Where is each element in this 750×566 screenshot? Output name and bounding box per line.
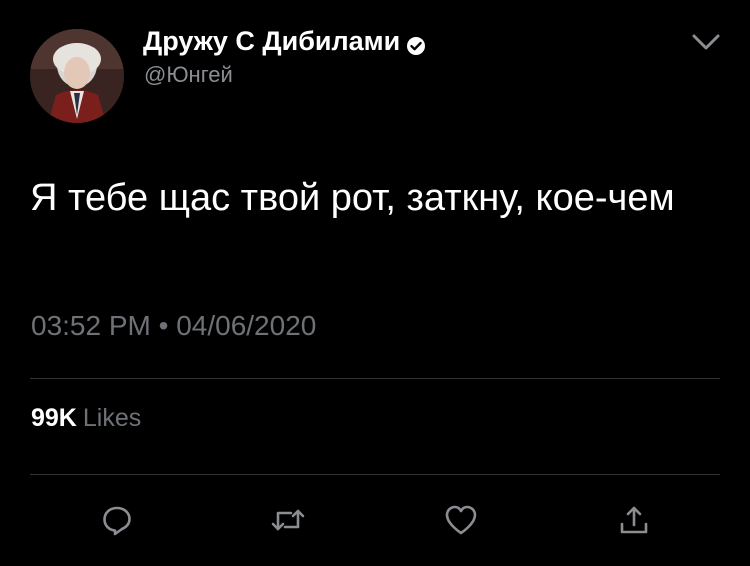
author-display-name[interactable]: Дружу С Дибилами — [143, 26, 426, 57]
chevron-down-icon[interactable] — [690, 30, 722, 54]
avatar[interactable] — [30, 29, 124, 123]
retweet-button[interactable] — [268, 500, 308, 540]
tweet-text: Я тебе щас твой рот, заткну, кое-чем — [30, 177, 675, 219]
divider — [30, 378, 720, 379]
heart-icon — [445, 505, 477, 535]
reply-button[interactable] — [97, 500, 137, 540]
likes-label: Likes — [82, 404, 142, 432]
likes-stat[interactable]: 99K Likes — [31, 404, 141, 433]
retweet-icon — [271, 509, 305, 531]
tweet-timestamp[interactable]: 03:52 PM • 04/06/2020 — [31, 310, 316, 342]
likes-count: 99K — [31, 404, 77, 432]
share-button[interactable] — [614, 500, 654, 540]
profile-photo-image — [30, 29, 124, 123]
author-handle[interactable]: @Юнгей — [144, 62, 233, 88]
divider — [30, 474, 720, 475]
verified-badge-icon — [406, 32, 426, 55]
like-button[interactable] — [441, 500, 481, 540]
author-name-text[interactable]: Дружу С Дибилами — [143, 26, 400, 57]
reply-icon — [103, 506, 131, 536]
share-icon — [620, 506, 648, 534]
